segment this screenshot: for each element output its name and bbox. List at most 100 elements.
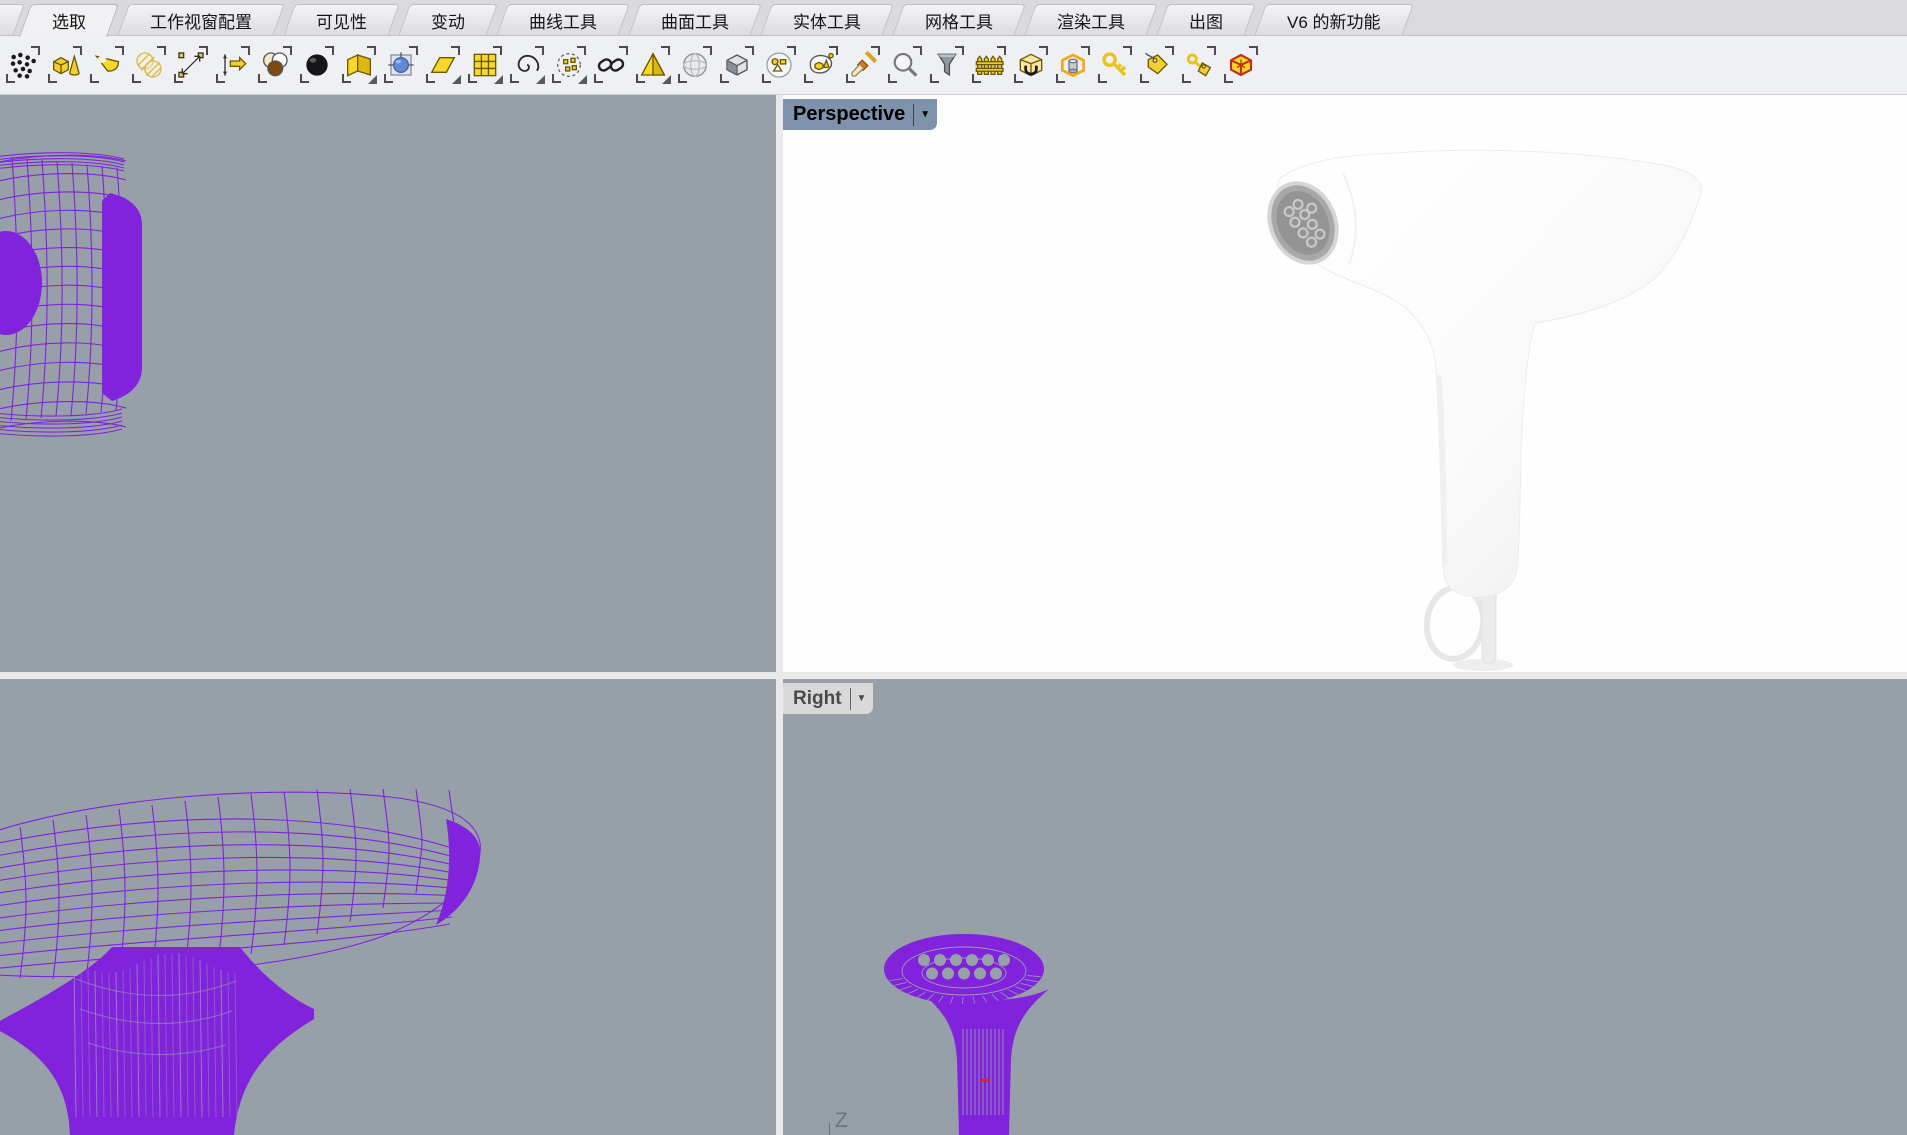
flyout-triangle-icon — [452, 75, 461, 84]
select-by-color-icon-glyph — [259, 49, 291, 81]
wireframe-model-right-view — [783, 679, 1907, 1135]
select-by-color-icon[interactable] — [255, 42, 295, 88]
select-surfaces-icon[interactable] — [87, 42, 127, 88]
rendered-hair-dryer-model — [783, 95, 1907, 672]
select-solids-icon-glyph — [49, 49, 81, 81]
tab-9[interactable]: 出图 — [1162, 4, 1250, 36]
tab-label: 工作视窗配置 — [150, 8, 252, 33]
red-box-icon-glyph — [1225, 49, 1257, 81]
select-annotations-icon[interactable] — [213, 42, 253, 88]
select-black-sphere-icon-glyph — [301, 49, 333, 81]
viewport-bottom-left[interactable] — [0, 679, 776, 1135]
viewport-label-text: Right — [793, 688, 842, 710]
fence-select-icon[interactable] — [969, 42, 1009, 88]
label-separator — [913, 104, 914, 126]
select-annotations-icon-glyph — [217, 49, 249, 81]
tag-icon-glyph — [1141, 49, 1173, 81]
viewport-right-view[interactable]: Right ▼ Z — [783, 679, 1907, 1135]
select-polysurfaces-icon[interactable] — [339, 42, 379, 88]
tab-3[interactable]: 变动 — [404, 4, 492, 36]
brush-select-icon[interactable] — [843, 42, 883, 88]
tab-5[interactable]: 曲面工具 — [634, 4, 756, 36]
tab-label: 曲线工具 — [529, 8, 597, 33]
tab-0[interactable]: 选取 — [25, 4, 113, 36]
tab-label: 选取 — [52, 8, 86, 33]
select-wire-box-icon[interactable] — [717, 42, 757, 88]
keys-tag-icon[interactable] — [1179, 42, 1219, 88]
select-u-box-icon-glyph — [1015, 49, 1047, 81]
select-blocks-icon-glyph — [385, 49, 417, 81]
select-wire-box-icon-glyph — [721, 49, 753, 81]
select-points-icon-glyph — [7, 49, 39, 81]
flyout-triangle-icon — [536, 75, 545, 84]
zoom-select-icon-glyph — [889, 49, 921, 81]
tab-7[interactable]: 网格工具 — [898, 4, 1020, 36]
brush-select-icon-glyph — [847, 49, 879, 81]
lasso-select-icon-glyph — [805, 49, 837, 81]
tab-label: 曲面工具 — [661, 8, 729, 33]
select-meshes-icon[interactable] — [465, 42, 505, 88]
select-curves-icon[interactable] — [171, 42, 211, 88]
viewport-perspective[interactable]: Perspective ▼ — [783, 95, 1907, 672]
keys-tag-icon-glyph — [1183, 49, 1215, 81]
tab-label: 网格工具 — [925, 8, 993, 33]
flyout-triangle-icon — [662, 75, 671, 84]
tab-8[interactable]: 渲染工具 — [1030, 4, 1152, 36]
chevron-down-icon[interactable]: ▼ — [857, 694, 867, 704]
tab-label: V6 的新功能 — [1287, 8, 1381, 33]
zoom-select-icon[interactable] — [885, 42, 925, 88]
select-small-objects-icon[interactable] — [759, 42, 799, 88]
clipping-box-icon-glyph — [1057, 49, 1089, 81]
viewport-label-perspective[interactable]: Perspective ▼ — [783, 99, 937, 130]
select-gray-sphere-icon-glyph — [679, 49, 711, 81]
select-hatches-icon-glyph — [133, 49, 165, 81]
tab-1[interactable]: 工作视窗配置 — [123, 4, 279, 36]
viewport-top-left[interactable] — [0, 95, 776, 672]
flyout-triangle-icon — [578, 75, 587, 84]
tab-label: 渲染工具 — [1057, 8, 1125, 33]
select-point-cloud-icon[interactable] — [549, 42, 589, 88]
select-chain-icon-glyph — [595, 49, 627, 81]
select-spiral-icon[interactable] — [507, 42, 547, 88]
fence-select-icon-glyph — [973, 49, 1005, 81]
select-surfaces-icon-glyph — [91, 49, 123, 81]
select-blocks-icon[interactable] — [381, 42, 421, 88]
select-hatches-icon[interactable] — [129, 42, 169, 88]
tab-6[interactable]: 实体工具 — [766, 4, 888, 36]
label-separator — [850, 688, 851, 710]
select-solids-icon[interactable] — [45, 42, 85, 88]
lasso-select-icon[interactable] — [801, 42, 841, 88]
tab-4[interactable]: 曲线工具 — [502, 4, 624, 36]
z-axis-label: Z — [835, 1109, 848, 1133]
tab-label: 示 — [0, 8, 1, 33]
chevron-down-icon[interactable]: ▼ — [920, 110, 930, 120]
clipping-box-icon[interactable] — [1053, 42, 1093, 88]
select-points-icon[interactable] — [3, 42, 43, 88]
key-icon[interactable] — [1095, 42, 1135, 88]
flyout-triangle-icon — [368, 75, 377, 84]
viewport-grid: Perspective ▼ Right ▼ Z — [0, 95, 1907, 1135]
select-u-box-icon[interactable] — [1011, 42, 1051, 88]
tag-icon[interactable] — [1137, 42, 1177, 88]
wireframe-model-front-view — [0, 679, 776, 1135]
select-planar-icon[interactable] — [423, 42, 463, 88]
select-black-sphere-icon[interactable] — [297, 42, 337, 88]
select-chain-icon[interactable] — [591, 42, 631, 88]
select-pyramid-icon[interactable] — [633, 42, 673, 88]
tab-10[interactable]: V6 的新功能 — [1260, 4, 1408, 36]
tab-clipped-first[interactable]: 示 — [0, 4, 19, 36]
red-box-icon[interactable] — [1221, 42, 1261, 88]
tab-label: 出图 — [1189, 8, 1223, 33]
key-icon-glyph — [1099, 49, 1131, 81]
rhino-window: 示 选取 工作视窗配置 可见性 变动 曲线工具 曲面工具 实体工具 网格工具 渲染工具 出图 V6 的… — [0, 0, 1907, 1135]
tab-label: 变动 — [431, 8, 465, 33]
select-curves-icon-glyph — [175, 49, 207, 81]
tab-2[interactable]: 可见性 — [289, 4, 394, 36]
viewport-label-right[interactable]: Right ▼ — [783, 683, 873, 714]
selection-filter-icon[interactable] — [927, 42, 967, 88]
tab-label: 实体工具 — [793, 8, 861, 33]
select-gray-sphere-icon[interactable] — [675, 42, 715, 88]
viewport-label-text: Perspective — [793, 103, 905, 126]
select-small-objects-icon-glyph — [763, 49, 795, 81]
selection-toolbar — [0, 36, 1907, 95]
